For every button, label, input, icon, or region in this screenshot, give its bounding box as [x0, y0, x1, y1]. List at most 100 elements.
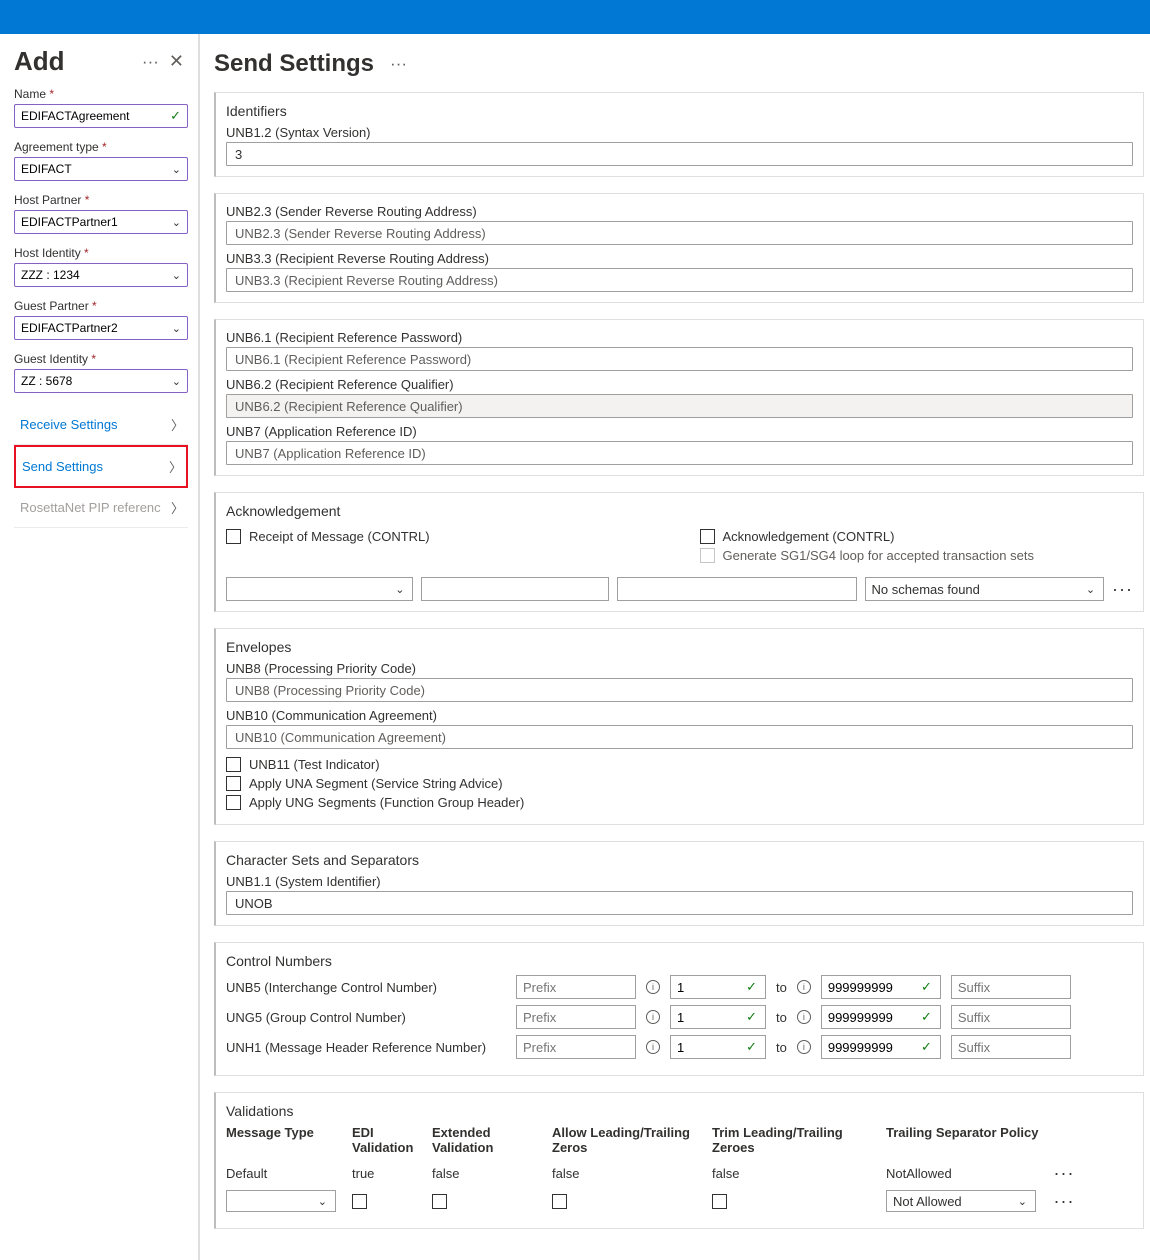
separator-policy-select[interactable]: Not Allowed⌄	[886, 1190, 1036, 1212]
ack-schemas-select[interactable]: No schemas found⌄	[865, 577, 1105, 601]
chevron-down-icon: ⌄	[172, 216, 181, 229]
envelopes-section: Envelopes UNB8 (Processing Priority Code…	[214, 628, 1144, 825]
guest-partner-select[interactable]: ⌄	[14, 316, 188, 340]
section-title: Control Numbers	[226, 953, 1133, 969]
unb8-label: UNB8 (Processing Priority Code)	[226, 661, 1133, 676]
ext-checkbox[interactable]	[432, 1194, 447, 1209]
nav-label: Send Settings	[22, 459, 103, 474]
close-icon[interactable]: ✕	[165, 51, 188, 72]
host-identity-select[interactable]: ⌄	[14, 263, 188, 287]
control-section: Control Numbers UNB5 (Interchange Contro…	[214, 942, 1144, 1076]
una-checkbox[interactable]	[226, 776, 241, 791]
sidebar-title: Add	[14, 46, 136, 77]
to-input[interactable]: ✓	[821, 1035, 941, 1059]
host-identity-label: Host Identity	[14, 246, 188, 260]
allow-zero-checkbox[interactable]	[552, 1194, 567, 1209]
chevron-down-icon: ⌄	[172, 322, 181, 335]
section-title: Validations	[226, 1103, 1133, 1119]
chevron-down-icon: ⌄	[1018, 1195, 1027, 1208]
unb62-input[interactable]	[226, 394, 1133, 418]
unb11-input[interactable]	[226, 891, 1133, 915]
agreement-type-select[interactable]: ⌄	[14, 157, 188, 181]
unb5-label: UNB5 (Interchange Control Number)	[226, 980, 506, 995]
ack-select-3[interactable]	[617, 577, 857, 601]
check-icon: ✓	[921, 1039, 932, 1055]
check-icon: ✓	[921, 979, 932, 995]
unb61-label: UNB6.1 (Recipient Reference Password)	[226, 330, 1133, 345]
sg-label: Generate SG1/SG4 loop for accepted trans…	[723, 548, 1034, 563]
to-label: to	[776, 1010, 787, 1025]
host-partner-select[interactable]: ⌄	[14, 210, 188, 234]
unb62-label: UNB6.2 (Recipient Reference Qualifier)	[226, 377, 1133, 392]
from-input[interactable]: ✓	[670, 975, 766, 999]
from-input[interactable]: ✓	[670, 1035, 766, 1059]
unb12-input[interactable]	[226, 142, 1133, 166]
suffix-input[interactable]	[951, 1005, 1071, 1029]
name-label: Name	[14, 87, 188, 101]
nav-receive-settings[interactable]: Receive Settings 〉	[14, 405, 188, 445]
to-input[interactable]: ✓	[821, 975, 941, 999]
unb12-label: UNB1.2 (Syntax Version)	[226, 125, 1133, 140]
nav-send-settings[interactable]: Send Settings 〉	[14, 445, 188, 488]
to-input[interactable]: ✓	[821, 1005, 941, 1029]
more-icon[interactable]: ···	[1112, 579, 1133, 600]
unb8-input[interactable]	[226, 678, 1133, 702]
unb23-input[interactable]	[226, 221, 1133, 245]
info-icon[interactable]: i	[646, 980, 660, 994]
info-icon[interactable]: i	[797, 1040, 811, 1054]
unb7-label: UNB7 (Application Reference ID)	[226, 424, 1133, 439]
prefix-input[interactable]	[516, 1035, 636, 1059]
to-label: to	[776, 980, 787, 995]
guest-identity-select[interactable]: ⌄	[14, 369, 188, 393]
suffix-input[interactable]	[951, 1035, 1071, 1059]
control-row: UNG5 (Group Control Number) i ✓ to i ✓	[226, 1005, 1133, 1029]
validations-header: Message Type EDI Validation Extended Val…	[226, 1125, 1133, 1155]
more-icon[interactable]: ···	[1052, 1191, 1076, 1212]
info-icon[interactable]: i	[646, 1010, 660, 1024]
check-icon: ✓	[746, 979, 757, 995]
message-type-select[interactable]: ⌄	[226, 1190, 336, 1212]
unb10-input[interactable]	[226, 725, 1133, 749]
receipt-label: Receipt of Message (CONTRL)	[249, 529, 430, 544]
chevron-down-icon: ⌄	[172, 375, 181, 388]
trim-zero-checkbox[interactable]	[712, 1194, 727, 1209]
from-input[interactable]: ✓	[670, 1005, 766, 1029]
ack-select-1[interactable]: ⌄	[226, 577, 413, 601]
check-icon: ✓	[170, 108, 181, 124]
nav-rosettanet[interactable]: RosettaNet PIP referenc 〉	[14, 488, 188, 528]
ung-label: Apply UNG Segments (Function Group Heade…	[249, 795, 524, 810]
ack-select-2[interactable]	[421, 577, 608, 601]
nav-label: Receive Settings	[20, 417, 118, 432]
identifiers-section-2: UNB2.3 (Sender Reverse Routing Address) …	[214, 193, 1144, 303]
una-label: Apply UNA Segment (Service String Advice…	[249, 776, 503, 791]
more-icon[interactable]: ···	[384, 54, 413, 74]
info-icon[interactable]: i	[646, 1040, 660, 1054]
info-icon[interactable]: i	[797, 980, 811, 994]
unb7-input[interactable]	[226, 441, 1133, 465]
unb11-label: UNB11 (Test Indicator)	[249, 757, 380, 772]
top-bar	[0, 0, 1150, 34]
main-panel: Send Settings ··· Identifiers UNB1.2 (Sy…	[200, 34, 1150, 1260]
unb61-input[interactable]	[226, 347, 1133, 371]
prefix-input[interactable]	[516, 975, 636, 999]
unb33-input[interactable]	[226, 268, 1133, 292]
unb11-checkbox[interactable]	[226, 757, 241, 772]
suffix-input[interactable]	[951, 975, 1071, 999]
more-icon[interactable]: ···	[136, 52, 165, 72]
guest-identity-label: Guest Identity	[14, 352, 188, 366]
ack-checkbox[interactable]	[700, 529, 715, 544]
chevron-right-icon: 〉	[171, 498, 184, 517]
edi-checkbox[interactable]	[352, 1194, 367, 1209]
chevron-down-icon: ⌄	[1086, 583, 1095, 596]
ung5-label: UNG5 (Group Control Number)	[226, 1010, 506, 1025]
ack-label: Acknowledgement (CONTRL)	[723, 529, 895, 544]
chevron-down-icon: ⌄	[395, 583, 404, 596]
unb11-label: UNB1.1 (System Identifier)	[226, 874, 1133, 889]
prefix-input[interactable]	[516, 1005, 636, 1029]
nav-label: RosettaNet PIP referenc	[20, 500, 161, 515]
name-input[interactable]: ✓	[14, 104, 188, 128]
receipt-checkbox[interactable]	[226, 529, 241, 544]
more-icon[interactable]: ···	[1052, 1163, 1076, 1184]
info-icon[interactable]: i	[797, 1010, 811, 1024]
ung-checkbox[interactable]	[226, 795, 241, 810]
